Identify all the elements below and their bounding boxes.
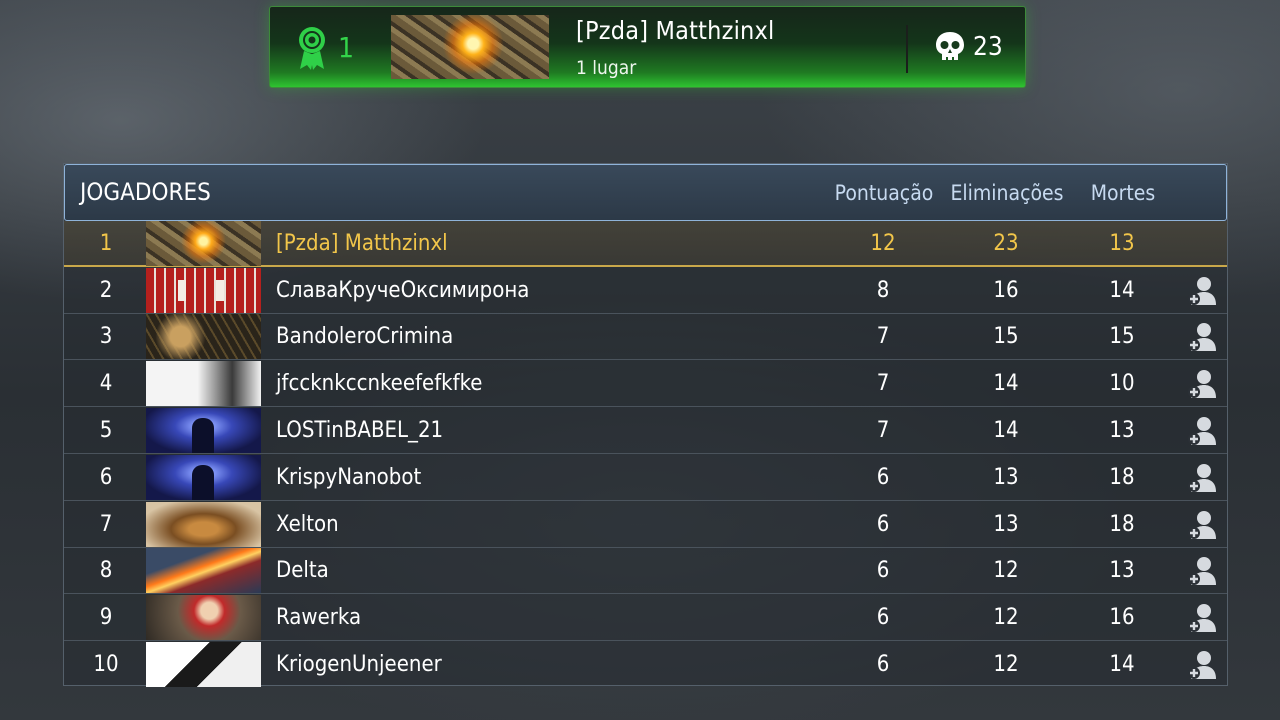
player-emblem xyxy=(146,221,261,266)
player-kills: 14 xyxy=(993,371,1019,396)
player-deaths: 16 xyxy=(1109,605,1135,630)
player-row[interactable]: 7 Xelton 6 13 18 xyxy=(64,502,1227,548)
player-deaths: 18 xyxy=(1109,465,1135,490)
add-friend-icon[interactable] xyxy=(1187,462,1217,494)
column-header-score[interactable]: Pontuação xyxy=(829,181,939,205)
player-position: 9 xyxy=(99,605,113,630)
player-row[interactable]: 5 LOSTinBABEL_21 7 14 13 xyxy=(64,408,1227,454)
add-friend-icon[interactable] xyxy=(1187,368,1217,400)
player-position: 6 xyxy=(99,465,113,490)
add-friend-icon[interactable] xyxy=(1187,509,1217,541)
player-row[interactable]: 10 KriogenUnjeener 6 12 14 xyxy=(64,642,1227,688)
winner-rank: 1 xyxy=(338,31,355,64)
player-row[interactable]: 4 jfccknkccnkeefefkfke 7 14 10 xyxy=(64,361,1227,407)
player-position: 3 xyxy=(99,324,113,349)
add-friend-icon[interactable] xyxy=(1187,555,1217,587)
add-friend-icon[interactable] xyxy=(1187,321,1217,353)
award-ribbon-icon xyxy=(299,27,325,70)
winner-kills: 23 xyxy=(973,32,1003,62)
player-kills: 23 xyxy=(993,231,1019,256)
player-score: 6 xyxy=(876,512,890,537)
player-kills: 12 xyxy=(993,605,1019,630)
player-row[interactable]: 2 СлаваКручеОксимирона 8 16 14 xyxy=(64,268,1227,314)
player-kills: 13 xyxy=(993,465,1019,490)
player-emblem xyxy=(146,502,261,547)
player-row[interactable]: 9 Rawerka 6 12 16 xyxy=(64,595,1227,641)
player-deaths: 18 xyxy=(1109,512,1135,537)
player-name[interactable]: jfccknkccnkeefefkfke xyxy=(276,371,482,396)
player-score: 12 xyxy=(870,231,896,256)
player-name[interactable]: Xelton xyxy=(276,512,339,537)
player-emblem xyxy=(146,314,261,359)
player-name[interactable]: KriogenUnjeener xyxy=(276,652,442,677)
player-name[interactable]: СлаваКручеОксимирона xyxy=(276,278,529,303)
player-score: 7 xyxy=(876,371,890,396)
winner-place-label: 1 lugar xyxy=(576,57,637,79)
player-emblem xyxy=(146,408,261,453)
player-kills: 15 xyxy=(993,324,1019,349)
player-kills: 14 xyxy=(993,418,1019,443)
player-position: 8 xyxy=(99,558,113,583)
player-deaths: 13 xyxy=(1109,558,1135,583)
player-score: 6 xyxy=(876,652,890,677)
player-score: 6 xyxy=(876,605,890,630)
scoreboard-header: JOGADORES Pontuação Eliminações Mortes xyxy=(64,164,1227,221)
player-kills: 12 xyxy=(993,652,1019,677)
player-deaths: 10 xyxy=(1109,371,1135,396)
player-deaths: 14 xyxy=(1109,278,1135,303)
player-position: 7 xyxy=(99,512,113,537)
player-score: 8 xyxy=(876,278,890,303)
player-deaths: 13 xyxy=(1109,418,1135,443)
player-name[interactable]: LOSTinBABEL_21 xyxy=(276,418,443,443)
player-deaths: 14 xyxy=(1109,652,1135,677)
player-row[interactable]: 8 Delta 6 12 13 xyxy=(64,548,1227,594)
add-friend-icon[interactable] xyxy=(1187,649,1217,681)
winner-name: [Pzda] Matthzinxl xyxy=(576,16,775,45)
player-kills: 13 xyxy=(993,512,1019,537)
winner-banner: 1 [Pzda] Matthzinxl 1 lugar 23 xyxy=(269,6,1026,88)
add-friend-icon[interactable] xyxy=(1187,275,1217,307)
scoreboard-title: JOGADORES xyxy=(80,178,211,206)
player-name[interactable]: [Pzda] Matthzinxl xyxy=(276,231,448,256)
player-kills: 12 xyxy=(993,558,1019,583)
column-header-deaths[interactable]: Mortes xyxy=(1073,181,1173,205)
player-position: 10 xyxy=(93,652,119,677)
add-friend-icon[interactable] xyxy=(1187,415,1217,447)
player-position: 2 xyxy=(99,278,113,303)
player-name[interactable]: KrispyNanobot xyxy=(276,465,421,490)
player-emblem xyxy=(146,548,261,593)
player-emblem xyxy=(146,642,261,687)
player-name[interactable]: BandoleroCrimina xyxy=(276,324,453,349)
player-score: 7 xyxy=(876,418,890,443)
player-position: 5 xyxy=(99,418,113,443)
winner-emblem xyxy=(391,15,549,79)
player-row[interactable]: 1 [Pzda] Matthzinxl 12 23 13 xyxy=(64,221,1227,267)
banner-divider xyxy=(906,25,908,73)
player-score: 7 xyxy=(876,324,890,349)
player-name[interactable]: Delta xyxy=(276,558,329,583)
skull-icon xyxy=(936,32,964,60)
player-emblem xyxy=(146,268,261,313)
column-header-kills[interactable]: Eliminações xyxy=(949,181,1065,205)
player-score: 6 xyxy=(876,465,890,490)
player-name[interactable]: Rawerka xyxy=(276,605,361,630)
player-emblem xyxy=(146,455,261,500)
player-row[interactable]: 6 KrispyNanobot 6 13 18 xyxy=(64,455,1227,501)
scoreboard: JOGADORES Pontuação Eliminações Mortes 1… xyxy=(63,163,1228,688)
player-emblem xyxy=(146,595,261,640)
player-deaths: 13 xyxy=(1109,231,1135,256)
player-position: 4 xyxy=(99,371,113,396)
player-emblem xyxy=(146,361,261,406)
player-kills: 16 xyxy=(993,278,1019,303)
player-position: 1 xyxy=(99,231,113,256)
add-friend-icon[interactable] xyxy=(1187,602,1217,634)
player-row[interactable]: 3 BandoleroCrimina 7 15 15 xyxy=(64,314,1227,360)
player-score: 6 xyxy=(876,558,890,583)
player-deaths: 15 xyxy=(1109,324,1135,349)
